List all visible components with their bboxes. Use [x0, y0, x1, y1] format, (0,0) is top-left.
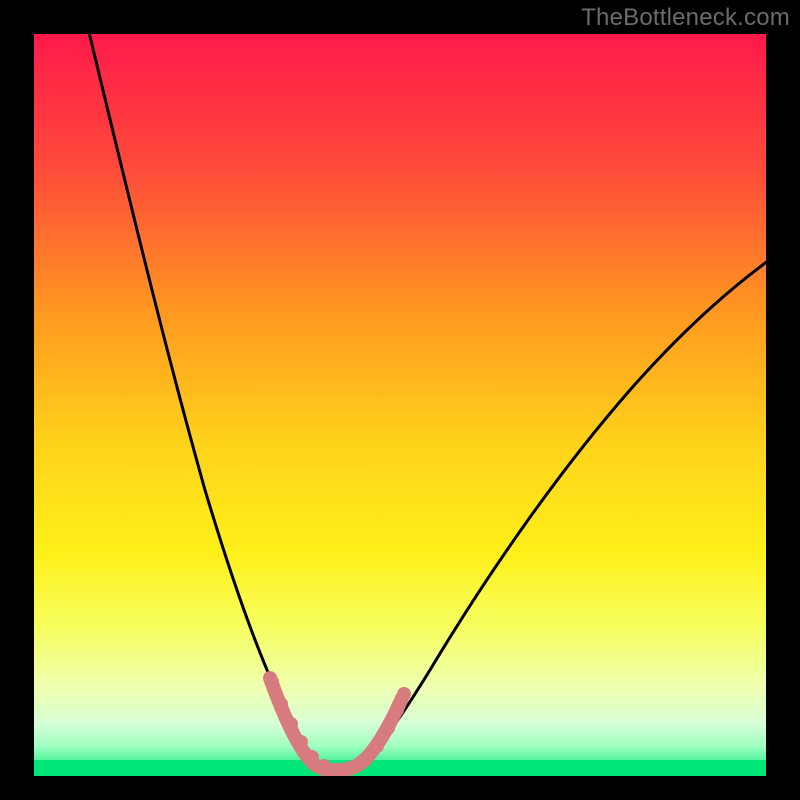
plot-background	[34, 34, 766, 776]
chart-frame: TheBottleneck.com	[0, 0, 800, 800]
bottleneck-chart-svg	[0, 0, 800, 800]
watermark-text: TheBottleneck.com	[581, 4, 790, 32]
plot-baseline-band	[34, 760, 766, 776]
